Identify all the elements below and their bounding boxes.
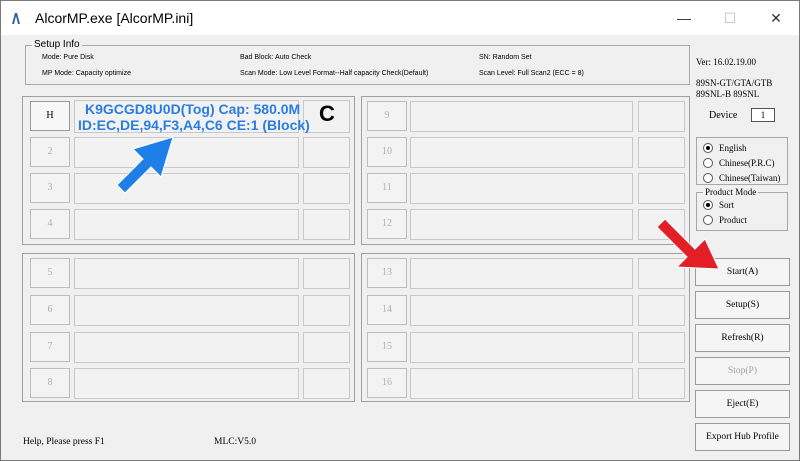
port-info-box	[410, 209, 633, 240]
setup-mode: Mode: Pure Disk	[42, 54, 94, 61]
port-button-11[interactable]: 11	[367, 173, 407, 203]
port-button-7[interactable]: 7	[30, 332, 70, 362]
device-count-field[interactable]: 1	[751, 108, 775, 122]
setup-mp-mode: MP Mode: Capacity optimize	[42, 70, 131, 77]
port-info-box	[410, 258, 633, 289]
red-arrow-icon	[656, 218, 720, 270]
port-button-h[interactable]: H	[30, 101, 70, 131]
port-status-box	[638, 101, 685, 132]
port-status-box	[638, 137, 685, 168]
setup-info-group: Setup Info Mode: Pure Disk MP Mode: Capa…	[25, 39, 690, 85]
window-title: AlcorMP.exe [AlcorMP.ini]	[35, 10, 194, 26]
port-button-5[interactable]: 5	[30, 258, 70, 288]
port-button-10[interactable]: 10	[367, 137, 407, 167]
model-label: 89SN-GT/GTA/GTB	[696, 78, 773, 88]
port-status-box	[303, 258, 350, 289]
setup-scan-mode: Scan Mode: Low Level Format--Half capaci…	[240, 70, 429, 77]
radio-icon	[703, 173, 713, 183]
setup-info-title: Setup Info	[32, 39, 82, 50]
setup-sn: SN: Random Set	[479, 54, 532, 61]
language-option-english[interactable]: English	[703, 142, 747, 155]
port-button-2[interactable]: 2	[30, 137, 70, 167]
version-label: Ver: 16.02.19.00	[696, 57, 756, 67]
title-bar: AlcorMP.exe [AlcorMP.ini] — ☐ ✕	[1, 1, 799, 35]
port-info-box	[74, 332, 299, 363]
port-status-box	[303, 368, 350, 399]
language-group: English Chinese(P.R.C) Chinese(Taiwan)	[696, 137, 788, 185]
port-status-box	[303, 173, 350, 204]
device-status-letter: C	[319, 101, 335, 126]
port-button-8[interactable]: 8	[30, 368, 70, 398]
stop-button[interactable]: Stop(P)	[695, 357, 790, 385]
port-info-box	[74, 368, 299, 399]
port-info-box	[410, 295, 633, 326]
maximize-button[interactable]: ☐	[707, 1, 753, 35]
port-status-box	[638, 173, 685, 204]
app-icon	[12, 13, 20, 24]
port-info-box	[74, 258, 299, 289]
port-status-box	[638, 295, 685, 326]
setup-bad-block: Bad Block: Auto Check	[240, 54, 312, 61]
port-status-box	[303, 332, 350, 363]
port-button-14[interactable]: 14	[367, 295, 407, 325]
port-button-6[interactable]: 6	[30, 295, 70, 325]
port-info-box	[74, 295, 299, 326]
setup-button[interactable]: Setup(S)	[695, 291, 790, 319]
port-status-box	[638, 368, 685, 399]
port-status-box	[303, 209, 350, 240]
port-info-box	[410, 332, 633, 363]
minimize-button[interactable]: —	[661, 1, 707, 35]
setup-scan-level: Scan Level: Full Scan2 (ECC = 8)	[479, 70, 584, 77]
device-flash-info: K9GCGD8U0D(Tog) Cap: 580.0M	[85, 101, 301, 117]
port-button-15[interactable]: 15	[367, 332, 407, 362]
language-option-chinese-taiwan[interactable]: Chinese(Taiwan)	[703, 173, 781, 185]
port-button-4[interactable]: 4	[30, 209, 70, 239]
close-button[interactable]: ✕	[753, 1, 799, 35]
port-info-box	[410, 173, 633, 204]
port-status-box	[638, 332, 685, 363]
radio-selected-icon	[703, 199, 713, 210]
language-option-chinese-prc[interactable]: Chinese(P.R.C)	[703, 157, 775, 170]
eject-button[interactable]: Eject(E)	[695, 390, 790, 418]
radio-icon	[703, 157, 713, 168]
model-label: 89SNL-B 89SNL	[696, 89, 760, 99]
port-button-9[interactable]: 9	[367, 101, 407, 131]
device-label: Device	[709, 110, 738, 121]
port-info-box	[410, 137, 633, 168]
port-info-box	[410, 101, 633, 132]
device-id-info: ID:EC,DE,94,F3,A4,C6 CE:1 (Block)	[78, 117, 310, 133]
app-window: AlcorMP.exe [AlcorMP.ini] — ☐ ✕ Setup In…	[0, 0, 800, 461]
port-info-box	[74, 137, 299, 168]
port-info-box	[74, 173, 299, 204]
export-hub-profile-button[interactable]: Export Hub Profile	[695, 423, 790, 451]
port-button-16[interactable]: 16	[367, 368, 407, 398]
product-mode-option-sort[interactable]: Sort	[703, 199, 734, 212]
mlc-version-status: MLC:V5.0	[214, 437, 256, 447]
port-button-12[interactable]: 12	[367, 209, 407, 239]
product-mode-title: Product Mode	[703, 187, 759, 197]
port-button-3[interactable]: 3	[30, 173, 70, 203]
help-status: Help, Please press F1	[23, 437, 105, 447]
radio-selected-icon	[703, 142, 713, 153]
port-info-box	[410, 368, 633, 399]
port-info-box	[74, 209, 299, 240]
refresh-button[interactable]: Refresh(R)	[695, 324, 790, 352]
port-button-13[interactable]: 13	[367, 258, 407, 288]
blue-arrow-icon	[116, 136, 174, 194]
port-status-box	[303, 295, 350, 326]
port-status-box	[303, 137, 350, 168]
